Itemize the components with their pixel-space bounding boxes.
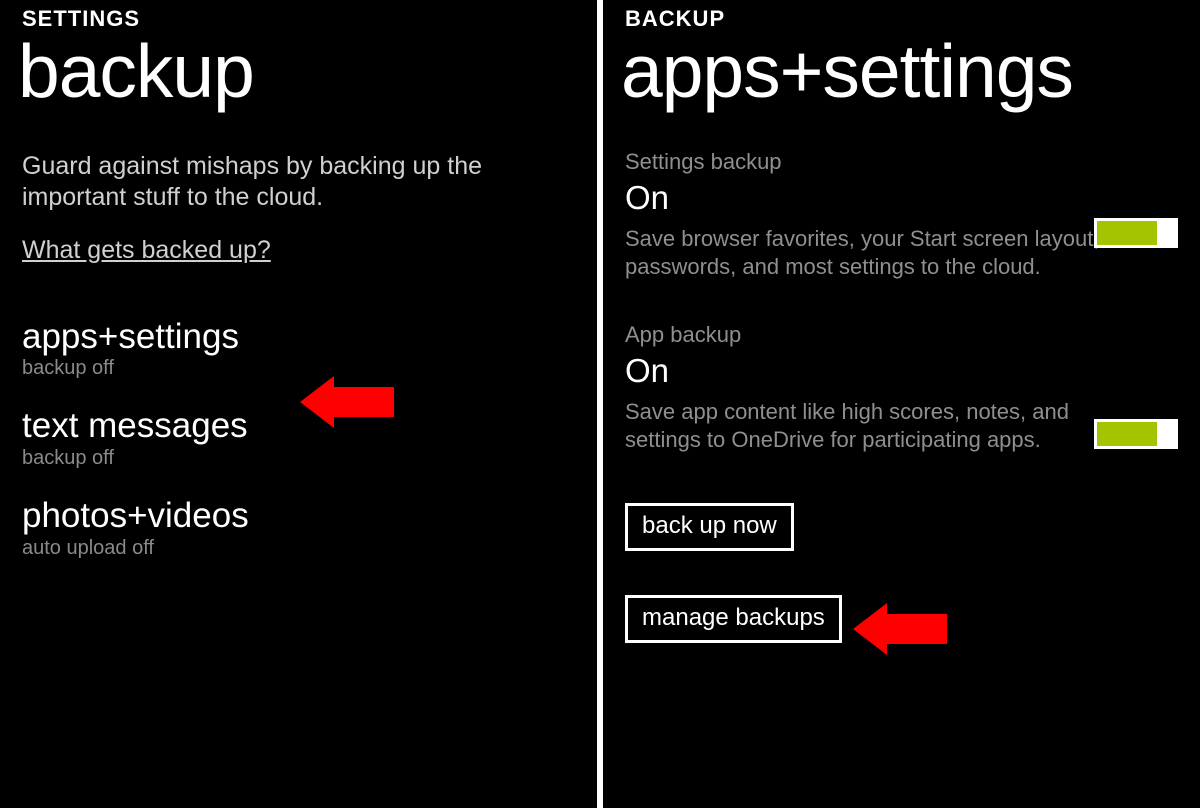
breadcrumb: BACKUP bbox=[603, 0, 1200, 32]
page-title: apps+settings bbox=[603, 34, 1200, 109]
breadcrumb: SETTINGS bbox=[0, 0, 597, 32]
app-backup-label: App backup bbox=[603, 322, 1200, 348]
settings-backup-value: On bbox=[603, 179, 1200, 217]
settings-backup-screen: SETTINGS backup Guard against mishaps by… bbox=[0, 0, 597, 808]
list-item-status: backup off bbox=[22, 357, 575, 380]
intro-text: Guard against mishaps by backing up the … bbox=[0, 151, 597, 214]
list-item-title: apps+settings bbox=[22, 319, 575, 356]
list-item-title: photos+videos bbox=[22, 498, 575, 535]
list-item-status: auto upload off bbox=[22, 537, 575, 560]
backup-item-apps-settings[interactable]: apps+settings backup off bbox=[0, 319, 597, 381]
app-backup-value: On bbox=[603, 352, 1200, 390]
annotation-arrow-icon bbox=[853, 603, 947, 655]
backup-item-photos-videos[interactable]: photos+videos auto upload off bbox=[0, 498, 597, 560]
screenshot-container: SETTINGS backup Guard against mishaps by… bbox=[0, 0, 1200, 808]
list-item-title: text messages bbox=[22, 408, 575, 445]
backup-item-text-messages[interactable]: text messages backup off bbox=[0, 408, 597, 470]
what-gets-backed-up-link[interactable]: What gets backed up? bbox=[0, 236, 293, 265]
back-up-now-button[interactable]: back up now bbox=[625, 503, 794, 551]
annotation-arrow-icon bbox=[300, 376, 394, 428]
manage-backups-button[interactable]: manage backups bbox=[625, 595, 842, 643]
page-title: backup bbox=[0, 34, 597, 109]
settings-backup-label: Settings backup bbox=[603, 149, 1200, 175]
apps-settings-screen: BACKUP apps+settings Settings backup On … bbox=[603, 0, 1200, 808]
list-item-status: backup off bbox=[22, 447, 575, 470]
app-backup-toggle[interactable] bbox=[1094, 419, 1178, 449]
settings-backup-toggle[interactable] bbox=[1094, 218, 1178, 248]
